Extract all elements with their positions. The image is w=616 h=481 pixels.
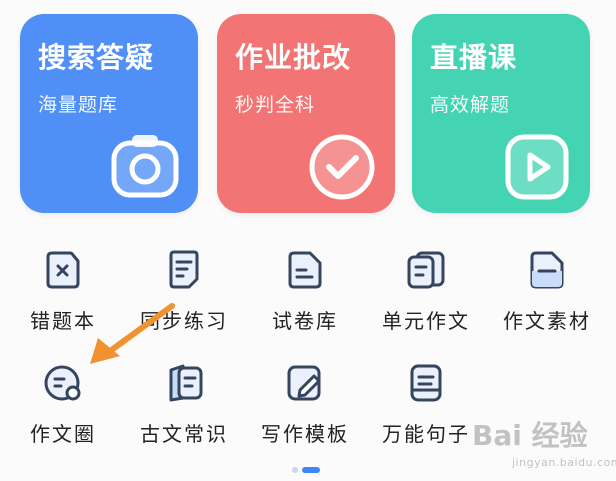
watermark: Bai 经验 jingyan.baidu.com <box>472 414 616 476</box>
page-dot-active[interactable] <box>302 467 320 473</box>
writing-template-icon <box>287 365 321 401</box>
sentence-icon <box>410 364 442 402</box>
shortcut-label: 试卷库 <box>272 309 338 333</box>
card-subtitle: 海量题库 <box>38 94 119 116</box>
watermark-url: jingyan.baidu.com <box>512 456 616 469</box>
page-indicator[interactable] <box>292 467 322 473</box>
card-subtitle: 高效解题 <box>430 94 511 116</box>
essay-circle-icon <box>44 365 81 401</box>
shortcut-essay-circle[interactable]: 作文圈 <box>3 362 123 462</box>
shortcut-label: 古文常识 <box>140 422 228 446</box>
live-class-card[interactable]: 直播课 高效解题 <box>412 14 590 213</box>
app-home-screen: 搜索答疑 海量题库 作业批改 秒判全科 直播课 高效解题 错题本 同步练习 试卷… <box>0 0 616 481</box>
play-icon <box>505 134 569 200</box>
shortcut-label: 单元作文 <box>382 309 470 333</box>
camera-icon <box>111 135 179 198</box>
shortcut-exam-paper[interactable]: 试卷库 <box>245 249 365 349</box>
practice-icon <box>169 250 199 289</box>
unit-essay-icon <box>407 251 445 289</box>
card-title: 直播课 <box>430 41 518 74</box>
search-answer-card[interactable]: 搜索答疑 海量题库 <box>20 14 198 213</box>
shortcut-label: 万能句子 <box>382 422 470 446</box>
card-title: 作业批改 <box>235 41 352 74</box>
exam-paper-icon <box>288 251 322 289</box>
shortcut-label: 作文圈 <box>30 422 96 446</box>
watermark-logo: Bai 经验 <box>472 419 588 452</box>
card-title: 搜索答疑 <box>38 41 155 74</box>
card-subtitle: 秒判全科 <box>235 94 316 116</box>
shortcut-classical-chinese[interactable]: 古文常识 <box>124 362 244 462</box>
shortcut-unit-essay[interactable]: 单元作文 <box>366 249 486 349</box>
essay-material-icon <box>530 251 564 289</box>
shortcut-essay-material[interactable]: 作文素材 <box>487 249 607 349</box>
shortcut-label: 作文素材 <box>503 309 591 333</box>
page-dot-inactive[interactable] <box>292 467 298 473</box>
shortcut-label: 写作模板 <box>261 422 349 446</box>
homework-correction-card[interactable]: 作业批改 秒判全科 <box>217 14 395 213</box>
shortcut-writing-template[interactable]: 写作模板 <box>245 362 365 462</box>
annotation-arrow <box>90 303 175 364</box>
wrong-book-icon <box>46 251 80 289</box>
check-circle-icon <box>309 134 375 200</box>
shortcut-sentence[interactable]: 万能句子 <box>366 362 486 462</box>
